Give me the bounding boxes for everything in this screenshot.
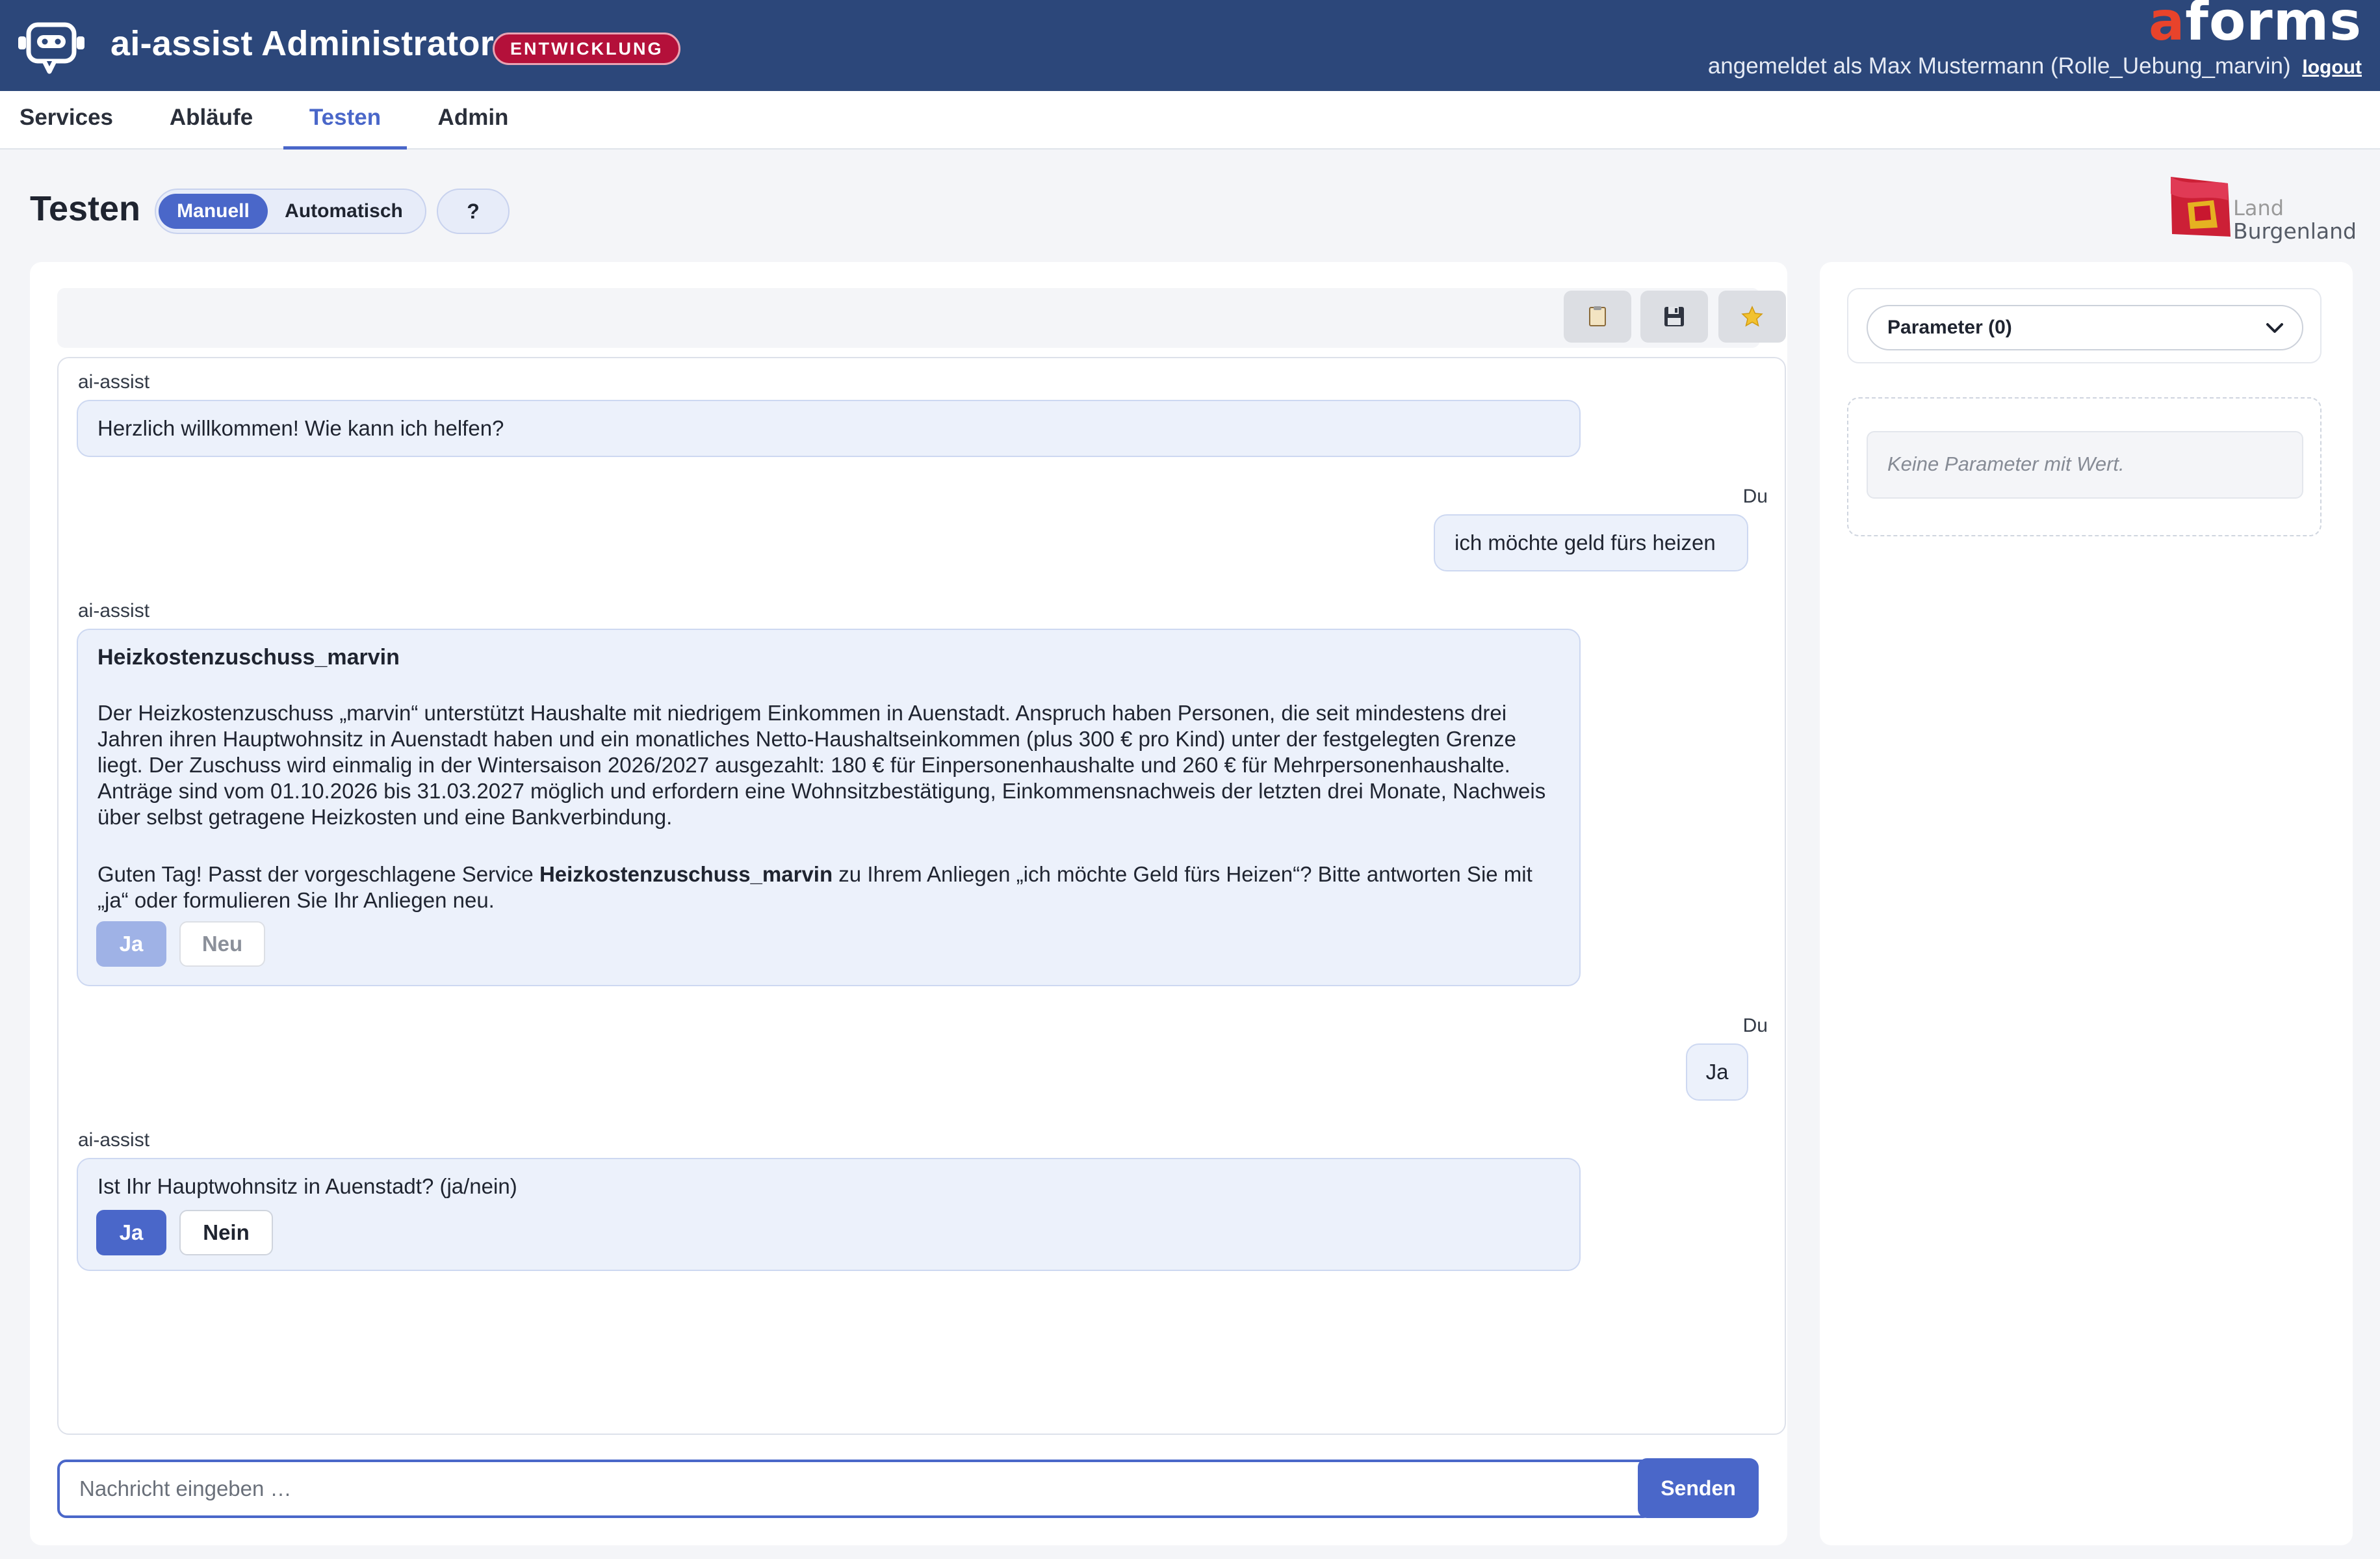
tab-testen[interactable]: Testen [283,91,407,150]
service-description: Der Heizkostenzuschuss „marvin“ unterstü… [97,701,1546,829]
message-sender: Du [1742,1015,1768,1036]
chat-panel: ai-assist Herzlich willkommen! Wie kann … [30,262,1787,1545]
chevron-down-icon [2266,323,2283,333]
answer-ja-button[interactable]: Ja [96,921,166,967]
question-service: Heizkostenzuschuss_marvin [539,862,833,886]
parameter-panel: Parameter (0) Keine Parameter mit Wert. [1820,262,2353,1545]
answer-nein-button[interactable]: Nein [179,1210,273,1255]
mode-automatisch-button[interactable]: Automatisch [272,194,416,229]
star-icon [1741,306,1763,327]
logout-link[interactable]: logout [2302,57,2362,78]
tab-services[interactable]: Services [0,91,133,150]
user-message: ich möchte geld fürs heizen [1434,514,1748,571]
parameter-list: Keine Parameter mit Wert. [1847,397,2322,536]
page-title: Testen [30,189,141,228]
parameter-dropdown[interactable]: Parameter (0) [1867,305,2303,350]
mode-toggle: Manuell Automatisch [155,189,426,234]
empty-parameters-message: Keine Parameter mit Wert. [1867,431,2303,499]
service-title: Heizkostenzuschuss_marvin [97,645,400,670]
user-info: angemeldet als Max Mustermann (Rolle_Ueb… [1708,53,2362,79]
help-button[interactable]: ? [437,189,510,234]
brand-prefix: a [2148,0,2186,53]
logged-in-user: angemeldet als Max Mustermann (Rolle_Ueb… [1707,53,2291,79]
brand-rest: forms [2185,0,2362,53]
chat-messages[interactable]: ai-assist Herzlich willkommen! Wie kann … [57,357,1786,1435]
message-sender: ai-assist [78,600,150,622]
question-pre: Guten Tag! Passt der vorgeschlagene Serv… [97,862,539,886]
logo-line-burgenland: Burgenland [2233,218,2357,244]
app-title: ai-assist Administrator [110,24,495,63]
bot-message: Ist Ihr Hauptwohnsitz in Auenstadt? (ja/… [77,1158,1581,1271]
message-text: Ja [1705,1060,1729,1084]
parameter-dropdown-label: Parameter (0) [1887,317,2012,338]
confirmation-question: Guten Tag! Passt der vorgeschlagene Serv… [97,861,1560,913]
mode-manuell-button[interactable]: Manuell [159,194,268,229]
bot-message: Heizkostenzuschuss_marvin Der Heizkosten… [77,629,1581,986]
land-burgenland-logo-text: Land Burgenland [2233,196,2357,243]
send-button[interactable]: Senden [1638,1458,1759,1518]
favorite-button[interactable] [1718,291,1786,343]
parameter-dropdown-container: Parameter (0) [1847,288,2322,363]
user-message: Ja [1686,1043,1748,1101]
robot-chat-icon [18,22,84,74]
bot-message: Herzlich willkommen! Wie kann ich helfen… [77,400,1581,457]
save-button[interactable] [1640,291,1708,343]
clipboard-icon [1589,306,1606,326]
message-text: ich möchte geld fürs heizen [1455,531,1716,555]
answer-ja-button[interactable]: Ja [96,1210,166,1255]
app-header: ai-assist Administrator ENTWICKLUNG afor… [0,0,2380,91]
chat-toolbar [57,288,1786,348]
message-sender: ai-assist [78,1129,150,1151]
environment-badge: ENTWICKLUNG [493,33,681,65]
logo-line-land: Land [2233,196,2284,220]
clipboard-button[interactable] [1564,291,1631,343]
message-sender: Du [1742,486,1768,507]
main-nav: Services Abläufe Testen Admin [0,91,2380,150]
message-sender: ai-assist [78,371,150,393]
tab-ablaeufe[interactable]: Abläufe [153,91,269,150]
answer-neu-button[interactable]: Neu [179,921,265,967]
aforms-logo: aforms [2149,0,2362,53]
message-text: Herzlich willkommen! Wie kann ich helfen… [97,416,504,440]
message-text: Ist Ihr Hauptwohnsitz in Auenstadt? (ja/… [97,1174,517,1198]
tab-admin[interactable]: Admin [425,91,521,150]
save-icon [1664,307,1684,326]
message-input[interactable] [57,1460,1652,1518]
